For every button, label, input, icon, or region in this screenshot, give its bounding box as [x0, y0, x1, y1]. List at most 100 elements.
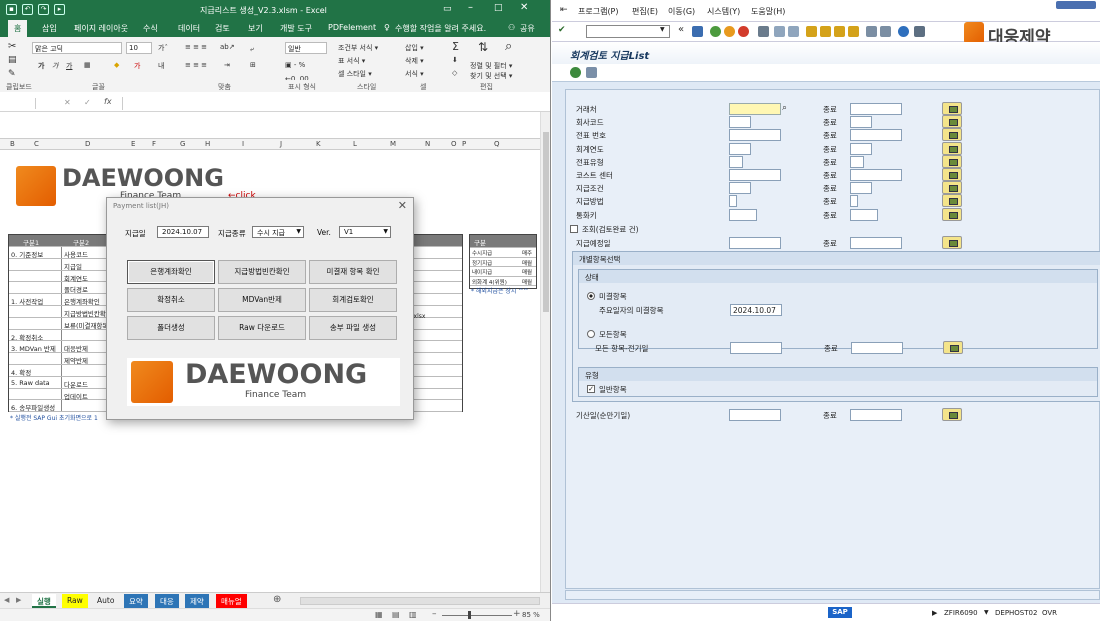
clear-icon[interactable]: ◇: [452, 69, 457, 77]
sheet-tab[interactable]: 대응: [155, 594, 179, 608]
fill-icon[interactable]: ⬇: [452, 56, 458, 64]
column-header[interactable]: D: [85, 140, 90, 148]
pay-date-from-field[interactable]: [729, 237, 781, 249]
horizontal-scrollbar[interactable]: [300, 597, 540, 605]
blank-payment-method-button[interactable]: 지급방법빈칸확인: [218, 260, 306, 284]
search-help-icon[interactable]: ⌕: [782, 103, 787, 113]
sheet-tab[interactable]: Raw: [62, 594, 88, 608]
italic-icon[interactable]: 가: [52, 61, 58, 71]
column-header[interactable]: J: [280, 140, 282, 148]
column-header[interactable]: N: [425, 140, 430, 148]
enter-icon[interactable]: ✓: [84, 98, 91, 107]
menu-goto[interactable]: 이동(G): [668, 6, 695, 17]
grow-font-icon[interactable]: 가ˆ: [158, 43, 168, 53]
normal-items-checkbox[interactable]: ✓: [587, 385, 595, 393]
format-painter-icon[interactable]: ✎: [8, 69, 16, 79]
tab-home[interactable]: 홈: [8, 20, 28, 37]
shortcut-icon[interactable]: [880, 26, 891, 37]
paste-icon[interactable]: ▤: [8, 55, 17, 65]
zoom-out-icon[interactable]: –: [432, 609, 437, 619]
normal-view-icon[interactable]: ▦: [375, 610, 383, 619]
close-icon[interactable]: ✕: [398, 199, 407, 212]
menu-help[interactable]: 도움말(H): [751, 6, 785, 17]
font-name-select[interactable]: 맑은 고딕: [32, 42, 122, 54]
zoom-slider[interactable]: [442, 615, 512, 616]
next-sheet-icon[interactable]: ▶: [16, 596, 21, 604]
vertical-scrollbar[interactable]: [540, 112, 550, 592]
multiple-selection-icon[interactable]: [942, 194, 962, 208]
formula-input[interactable]: [122, 97, 542, 110]
version-select[interactable]: V1 ▼: [339, 226, 391, 238]
fill-color-icon[interactable]: ◆: [114, 61, 119, 69]
window-controls[interactable]: [1056, 1, 1096, 9]
variant-icon[interactable]: [586, 67, 597, 78]
multiple-selection-icon[interactable]: [942, 168, 962, 181]
next-page-icon[interactable]: [834, 26, 845, 37]
minimize-icon[interactable]: –: [468, 2, 473, 13]
multiple-selection-icon[interactable]: [942, 115, 962, 129]
cancel-icon[interactable]: [738, 26, 749, 37]
baseline-to-field[interactable]: [850, 409, 902, 421]
name-box[interactable]: [0, 98, 36, 109]
prev-page-icon[interactable]: [820, 26, 831, 37]
indent-icon[interactable]: ⇥: [224, 61, 230, 69]
first-page-icon[interactable]: [806, 26, 817, 37]
field-from-input[interactable]: [729, 169, 781, 181]
insert-cells[interactable]: 삽입 ▾: [405, 43, 424, 53]
field-from-input[interactable]: [729, 103, 781, 115]
font-size-select[interactable]: 10: [126, 42, 152, 54]
menu-program[interactable]: 프로그램(P): [578, 6, 619, 17]
column-header[interactable]: P: [462, 140, 466, 148]
field-from-input[interactable]: [729, 182, 751, 195]
command-field[interactable]: [586, 25, 670, 38]
menu-icon[interactable]: ⇤: [560, 5, 568, 15]
exit-icon[interactable]: [724, 26, 735, 37]
format-cells[interactable]: 서식 ▾: [405, 69, 424, 79]
tab-review[interactable]: 검토: [215, 23, 230, 34]
sheet-tab[interactable]: 실행: [32, 594, 56, 608]
cancel-confirm-button[interactable]: 확정취소: [127, 288, 215, 312]
field-to-input[interactable]: [850, 155, 864, 168]
period-to-field[interactable]: [851, 342, 903, 354]
print-icon[interactable]: [758, 26, 769, 37]
field-from-input[interactable]: [729, 208, 757, 221]
save-icon[interactable]: [692, 26, 703, 37]
period-from-field[interactable]: [730, 342, 782, 354]
field-to-input[interactable]: [850, 116, 872, 129]
field-from-input[interactable]: [729, 142, 751, 155]
pay-date-to-field[interactable]: [850, 237, 902, 249]
field-from-input[interactable]: [729, 195, 737, 208]
multiple-selection-icon[interactable]: [942, 102, 962, 115]
sort-filter-icon[interactable]: ⇅: [478, 40, 488, 54]
multiple-selection-icon[interactable]: [942, 154, 962, 168]
field-from-input[interactable]: [729, 129, 781, 142]
column-header[interactable]: G: [180, 140, 185, 148]
page-break-icon[interactable]: ▥: [409, 610, 417, 619]
bold-icon[interactable]: 가: [38, 61, 44, 71]
field-to-input[interactable]: [850, 142, 872, 155]
play-icon[interactable]: ▶: [932, 609, 937, 617]
enter-check-icon[interactable]: ✔: [558, 25, 566, 35]
column-header[interactable]: M: [390, 140, 396, 148]
mdvan-clearing-button[interactable]: MDVan반제: [218, 288, 306, 312]
redo-icon[interactable]: ↷: [38, 4, 49, 15]
undo-icon[interactable]: ↶: [22, 4, 33, 15]
tab-insert[interactable]: 삽입: [42, 23, 57, 34]
orientation-icon[interactable]: ab↗: [220, 43, 235, 51]
field-to-input[interactable]: [850, 129, 902, 142]
align-top-icon[interactable]: ≡ ≡ ≡: [185, 43, 207, 51]
sheet-tab[interactable]: 매뉴얼: [216, 594, 247, 608]
delete-cells[interactable]: 삭제 ▾: [405, 56, 424, 66]
tab-data[interactable]: 데이터: [178, 23, 200, 34]
tab-page-layout[interactable]: 페이지 레이아웃: [74, 23, 128, 34]
column-header[interactable]: E: [131, 140, 135, 148]
baseline-from-field[interactable]: [729, 409, 781, 421]
all-items-radio[interactable]: [587, 330, 595, 338]
sheet-tab[interactable]: Auto: [92, 594, 120, 608]
sap-horizontal-scrollbar[interactable]: [565, 590, 1100, 600]
bank-account-check-button[interactable]: 은행계좌확인: [127, 260, 215, 284]
zoom-level[interactable]: 85 %: [522, 611, 540, 619]
create-send-file-button[interactable]: 송부 파일 생성: [309, 316, 397, 340]
maximize-icon[interactable]: □: [494, 3, 503, 13]
currency-icon[interactable]: ▣ - %: [285, 61, 305, 69]
